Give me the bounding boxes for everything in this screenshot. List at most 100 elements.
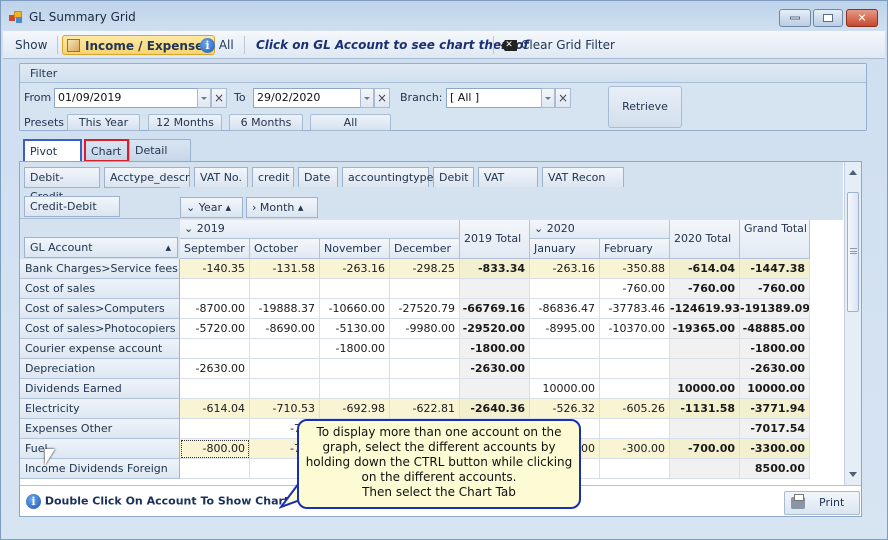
value-cell[interactable]	[390, 379, 460, 399]
month-header-december[interactable]: December	[390, 239, 460, 259]
branch-dropdown[interactable]	[541, 88, 555, 108]
vertical-scrollbar[interactable]	[844, 162, 861, 485]
total-2020-header[interactable]: 2020 Total	[670, 220, 740, 259]
to-date-input[interactable]: 29/02/2020	[253, 88, 361, 108]
to-date-clear[interactable]: ×	[374, 88, 390, 108]
from-date-clear[interactable]: ×	[211, 88, 227, 108]
value-cell[interactable]	[390, 339, 460, 359]
value-cell[interactable]: -8700.00	[180, 299, 250, 319]
from-date-input[interactable]: 01/09/2019	[54, 88, 198, 108]
value-cell[interactable]: -1800.00	[740, 339, 810, 359]
value-cell[interactable]: 10000.00	[740, 379, 810, 399]
column-field-month[interactable]: › Month ▴	[246, 197, 318, 218]
tab-detail-grid[interactable]: Detail Grid	[129, 139, 191, 179]
income-expenses-button[interactable]: Income / Expenses	[62, 35, 216, 55]
value-cell[interactable]: -131.58	[250, 259, 320, 279]
gl-account-cell[interactable]: Depreciation	[20, 359, 180, 379]
value-cell[interactable]	[670, 339, 740, 359]
value-cell[interactable]	[460, 379, 530, 399]
value-cell[interactable]	[180, 459, 250, 479]
value-cell[interactable]: -760.00	[670, 279, 740, 299]
value-cell[interactable]	[600, 379, 670, 399]
value-cell[interactable]: -614.04	[180, 399, 250, 419]
filter-field-vat-amt-[interactable]: VAT Amt.	[478, 167, 538, 203]
preset-this-year[interactable]: This Year	[67, 114, 140, 131]
value-cell[interactable]: -833.34	[460, 259, 530, 279]
value-cell[interactable]: -5130.00	[320, 319, 390, 339]
value-cell[interactable]: -19888.37	[250, 299, 320, 319]
value-cell[interactable]	[600, 419, 670, 439]
scroll-up-arrow[interactable]	[849, 170, 857, 175]
value-cell[interactable]: -7017.54	[740, 419, 810, 439]
data-field-credit-debit[interactable]: Credit-Debit	[24, 196, 120, 217]
value-cell[interactable]	[530, 359, 600, 379]
table-row[interactable]: Cost of sales>Photocopiers -5720.00 -8690.…	[20, 319, 810, 339]
value-cell[interactable]: -3771.94	[740, 399, 810, 419]
value-cell[interactable]: -2630.00	[180, 359, 250, 379]
value-cell[interactable]: -140.35	[180, 259, 250, 279]
value-cell[interactable]	[390, 279, 460, 299]
year-2019-header[interactable]: ⌄ 2019	[180, 220, 460, 239]
value-cell[interactable]: -710.53	[250, 399, 320, 419]
preset-6-months[interactable]: 6 Months	[229, 114, 303, 131]
value-cell[interactable]: -10370.00	[600, 319, 670, 339]
table-row[interactable]: Courier expense account -1800.00 -1800.00 -…	[20, 339, 810, 359]
gl-account-cell[interactable]: Cost of sales	[20, 279, 180, 299]
value-cell[interactable]	[460, 279, 530, 299]
filter-field-accountingtype[interactable]: accountingtype	[342, 167, 433, 188]
preset-all[interactable]: All	[310, 114, 391, 131]
value-cell[interactable]: -86836.47	[530, 299, 600, 319]
filter-field-acctype-descr[interactable]: Acctype_descr	[104, 167, 190, 188]
value-cell[interactable]	[600, 359, 670, 379]
value-cell[interactable]: -263.16	[530, 259, 600, 279]
grand-total-header[interactable]: Grand Total	[740, 220, 810, 259]
value-cell[interactable]	[180, 379, 250, 399]
value-cell[interactable]: -622.81	[390, 399, 460, 419]
total-2019-header[interactable]: 2019 Total	[460, 220, 530, 259]
table-row[interactable]: Depreciation -2630.00 -2630.00 -2630.00	[20, 359, 810, 379]
value-cell[interactable]	[180, 339, 250, 359]
value-cell[interactable]: -8690.00	[250, 319, 320, 339]
tab-pivot-grid[interactable]: Pivot Grid	[23, 139, 82, 180]
table-row[interactable]: Cost of sales -760.00 -760.00 -760.00	[20, 279, 810, 299]
scroll-down-arrow[interactable]	[849, 472, 857, 477]
month-header-november[interactable]: November	[320, 239, 390, 259]
value-cell[interactable]: -2630.00	[740, 359, 810, 379]
gl-account-cell[interactable]: Cost of sales>Computers	[20, 299, 180, 319]
table-row[interactable]: Dividends Earned 10000.00 10000.00 10000.00	[20, 379, 810, 399]
value-cell[interactable]: -8995.00	[530, 319, 600, 339]
month-header-february[interactable]: February	[600, 239, 670, 259]
value-cell[interactable]: -191389.09	[740, 299, 810, 319]
value-cell[interactable]	[670, 359, 740, 379]
value-cell[interactable]	[670, 419, 740, 439]
gl-account-cell[interactable]: Income Dividends Foreign	[20, 459, 180, 479]
branch-clear[interactable]: ×	[555, 88, 571, 108]
value-cell[interactable]	[320, 279, 390, 299]
filter-field-date[interactable]: Date	[298, 167, 338, 188]
value-cell[interactable]	[530, 339, 600, 359]
gl-account-cell[interactable]: Cost of sales>Photocopiers	[20, 319, 180, 339]
value-cell[interactable]: -1800.00	[320, 339, 390, 359]
value-cell[interactable]: -5720.00	[180, 319, 250, 339]
column-field-year[interactable]: ⌄ Year ▴	[180, 197, 243, 218]
from-date-dropdown[interactable]	[197, 88, 211, 108]
value-cell[interactable]	[250, 339, 320, 359]
filter-field-vat-recon-no-[interactable]: VAT Recon No.	[542, 167, 624, 203]
value-cell[interactable]: -1447.38	[740, 259, 810, 279]
value-cell[interactable]	[180, 419, 250, 439]
value-cell[interactable]: -760.00	[600, 279, 670, 299]
value-cell[interactable]	[530, 279, 600, 299]
filter-field-vat-no-[interactable]: VAT No.	[194, 167, 248, 188]
year-2020-header[interactable]: ⌄ 2020	[530, 220, 670, 239]
value-cell[interactable]: -48885.00	[740, 319, 810, 339]
value-cell[interactable]: -27520.79	[390, 299, 460, 319]
value-cell[interactable]: 8500.00	[740, 459, 810, 479]
value-cell[interactable]	[600, 339, 670, 359]
row-field-gl-account[interactable]: GL Account ▴	[24, 237, 178, 258]
value-cell[interactable]: -3300.00	[740, 439, 810, 459]
value-cell[interactable]: -9980.00	[390, 319, 460, 339]
value-cell[interactable]: -614.04	[670, 259, 740, 279]
gl-account-cell[interactable]: Electricity	[20, 399, 180, 419]
value-cell[interactable]: -526.32	[530, 399, 600, 419]
value-cell[interactable]	[320, 359, 390, 379]
